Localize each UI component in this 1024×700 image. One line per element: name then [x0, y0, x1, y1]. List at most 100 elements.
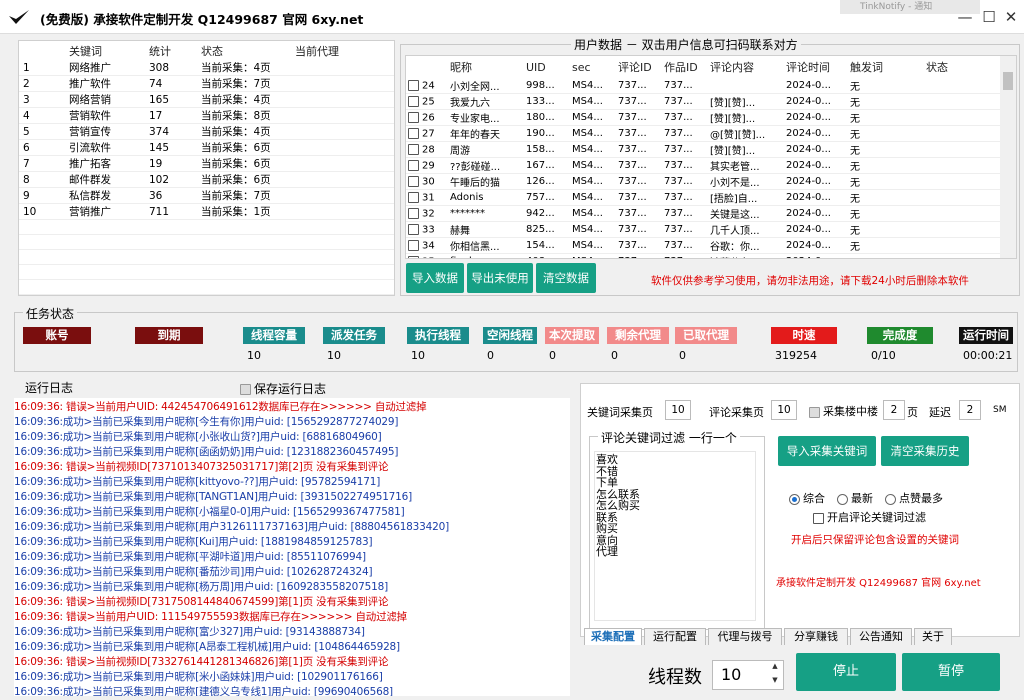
row-checkbox[interactable] — [408, 111, 419, 123]
user-cell-6: [捂脸]自... — [708, 189, 784, 206]
table-row[interactable]: 28 周游 158... MS4... 737... 737... [赞][赞]... 202… — [406, 141, 1002, 158]
table-row[interactable]: 1 网络推广 308 当前采集：4页 — [19, 60, 394, 76]
save-log-label: 保存运行日志 — [254, 382, 327, 396]
tab-share-earn[interactable]: 分享赚钱 — [784, 628, 848, 645]
row-checkbox[interactable] — [408, 223, 419, 235]
row-checkbox[interactable] — [408, 239, 419, 251]
kw-pages-input[interactable]: 10 — [665, 400, 691, 420]
tab-about[interactable]: 关于 — [914, 628, 952, 645]
user-cell-3: MS4... — [570, 205, 616, 222]
threads-up-icon[interactable]: ▲ — [768, 662, 782, 674]
export-unused-button[interactable]: 导出未使用 — [467, 263, 533, 293]
table-row[interactable]: 4 营销软件 17 当前采集：8页 — [19, 107, 394, 124]
col-proxy[interactable]: 当前代理 — [291, 41, 394, 60]
status-cell: 当前采集：4页 — [197, 123, 291, 140]
table-row[interactable]: 29 ??彭碰碰... 167... MS4... 737... 737... 其实老管..… — [406, 157, 1002, 174]
scrollbar-thumb[interactable] — [1003, 72, 1013, 90]
save-log-checkbox[interactable]: 保存运行日志 — [240, 380, 326, 397]
clear-data-button[interactable]: 清空数据 — [536, 263, 596, 293]
table-row[interactable]: 6 引流软件 145 当前采集：6页 — [19, 139, 394, 156]
col-user-7[interactable]: 评论时间 — [784, 56, 848, 78]
user-cell-0: 35 — [406, 253, 448, 258]
table-row[interactable]: 10 营销推广 711 当前采集：1页 — [19, 203, 394, 220]
user-table-scrollbar[interactable] — [1000, 56, 1016, 258]
table-row[interactable]: 5 营销宣传 374 当前采集：4页 — [19, 123, 394, 140]
tab-collect-config[interactable]: 采集配置 — [584, 628, 642, 645]
threads-down-icon[interactable]: ▼ — [768, 676, 782, 688]
table-row[interactable]: 8 邮件群发 102 当前采集：6页 — [19, 171, 394, 188]
sort-radio-newest[interactable]: 最新 — [837, 490, 873, 506]
col-status[interactable]: 状态 — [197, 41, 291, 60]
table-row[interactable]: 32 ******* 942... MS4... 737... 737... 关键是这...… — [406, 205, 1002, 222]
col-user-9[interactable]: 状态 — [924, 56, 1002, 78]
close-button[interactable]: ✕ — [1000, 6, 1022, 28]
collect-nested-input[interactable]: 2 — [883, 400, 905, 420]
table-row[interactable]: 27 年年的春天 190... MS4... 737... 737... @[赞][赞]..… — [406, 125, 1002, 142]
table-row[interactable]: 34 你相信黑... 154... MS4... 737... 737... 谷歌：你...… — [406, 237, 1002, 254]
col-user-4[interactable]: 评论ID — [616, 56, 662, 78]
col-count[interactable]: 统计 — [145, 41, 197, 60]
row-checkbox[interactable] — [408, 143, 419, 155]
filter-word: 喜欢 — [596, 453, 618, 466]
table-row[interactable]: 31 Adonis 757... MS4... 737... 737... [捂脸]自...… — [406, 189, 1002, 206]
table-row[interactable]: 7 推广拓客 19 当前采集：6页 — [19, 155, 394, 172]
row-checkbox[interactable] — [408, 95, 419, 107]
user-cell-1: 专业家电... — [448, 109, 524, 126]
table-row[interactable]: 35fingbus408...MS4...737...737...鸿蒙分布...… — [406, 253, 1002, 258]
col-user-3[interactable]: sec — [570, 56, 616, 78]
row-checkbox[interactable] — [408, 255, 419, 258]
import-data-button[interactable]: 导入数据 — [406, 263, 464, 293]
table-row[interactable]: 25 我爱九六 133... MS4... 737... 737... [赞][赞]... 2… — [406, 93, 1002, 110]
user-cell-1: ??彭碰碰... — [448, 157, 524, 174]
row-checkbox[interactable] — [408, 207, 419, 219]
table-row[interactable]: 33 赫舞 825... MS4... 737... 737... 几千人顶... 2024-… — [406, 221, 1002, 238]
empty-row — [19, 219, 394, 235]
user-cell-6: 其实老管... — [708, 157, 784, 174]
enable-filter-checkbox[interactable]: 开启评论关键词过滤 — [813, 509, 926, 525]
maximize-button[interactable]: ☐ — [978, 6, 1000, 28]
user-cell-9 — [924, 189, 1002, 206]
tab-proxy-dial[interactable]: 代理与拨号 — [708, 628, 782, 645]
tab-announcement[interactable]: 公告通知 — [850, 628, 912, 645]
col-user-1[interactable]: 昵称 — [448, 56, 524, 78]
delay-input[interactable]: 2 — [959, 400, 981, 420]
row-checkbox[interactable] — [408, 191, 419, 203]
collect-nested-checkbox[interactable]: 采集楼中楼 — [809, 403, 878, 419]
pause-button[interactable]: 暂停 — [902, 653, 1000, 691]
row-checkbox[interactable] — [408, 127, 419, 139]
radio-icon[interactable] — [789, 493, 800, 505]
user-cell-7: 2024-0... — [784, 109, 848, 126]
enable-filter-box[interactable] — [813, 512, 824, 524]
row-checkbox[interactable] — [408, 79, 419, 91]
radio-icon[interactable] — [837, 493, 848, 505]
user-cell-6: 鸿蒙分布... — [708, 253, 784, 258]
radio-icon[interactable] — [885, 493, 896, 505]
radio-label: 最新 — [851, 492, 873, 505]
cmt-pages-input[interactable]: 10 — [771, 400, 797, 420]
col-keyword[interactable]: 关键词 — [65, 41, 145, 60]
sort-radio-comprehensive[interactable]: 综合 — [789, 490, 825, 506]
filter-textarea[interactable]: 喜欢 不错 下单 怎么联系 怎么购买 联系 购买 意向 代理 — [594, 451, 756, 621]
table-row[interactable]: 30 午睡后的猫 126... MS4... 737... 737... 小刘不是... 20… — [406, 173, 1002, 190]
col-user-5[interactable]: 作品ID — [662, 56, 708, 78]
row-checkbox[interactable] — [408, 175, 419, 187]
import-keywords-button[interactable]: 导入采集关键词 — [778, 436, 876, 466]
sort-radio-most-likes[interactable]: 点赞最多 — [885, 490, 943, 506]
clear-history-button[interactable]: 清空采集历史 — [881, 436, 969, 466]
col-user-2[interactable]: UID — [524, 56, 570, 78]
table-row[interactable]: 2 推广软件 74 当前采集：7页 — [19, 75, 394, 92]
col-user-0[interactable] — [406, 56, 448, 78]
table-row[interactable]: 24 小刘全网... 998... MS4... 737... 737... 2024-0.… — [406, 78, 1002, 94]
table-row[interactable]: 9 私信群发 36 当前采集：7页 — [19, 187, 394, 204]
table-row[interactable]: 26 专业家电... 180... MS4... 737... 737... [赞][赞].… — [406, 109, 1002, 126]
stop-button[interactable]: 停止 — [796, 653, 896, 691]
save-log-checkbox-box[interactable] — [240, 384, 251, 395]
col-user-6[interactable]: 评论内容 — [708, 56, 784, 78]
row-checkbox[interactable] — [408, 159, 419, 171]
col-user-8[interactable]: 触发词 — [848, 56, 924, 78]
minimize-button[interactable]: — — [954, 6, 976, 28]
log-line: 16:09:36:成功>当前已采集到用户昵称[Kui]用户uid: [18819… — [14, 536, 373, 548]
table-row[interactable]: 3 网络营销 165 当前采集：4页 — [19, 91, 394, 108]
collect-nested-box[interactable] — [809, 406, 820, 418]
tab-run-config[interactable]: 运行配置 — [644, 628, 706, 645]
